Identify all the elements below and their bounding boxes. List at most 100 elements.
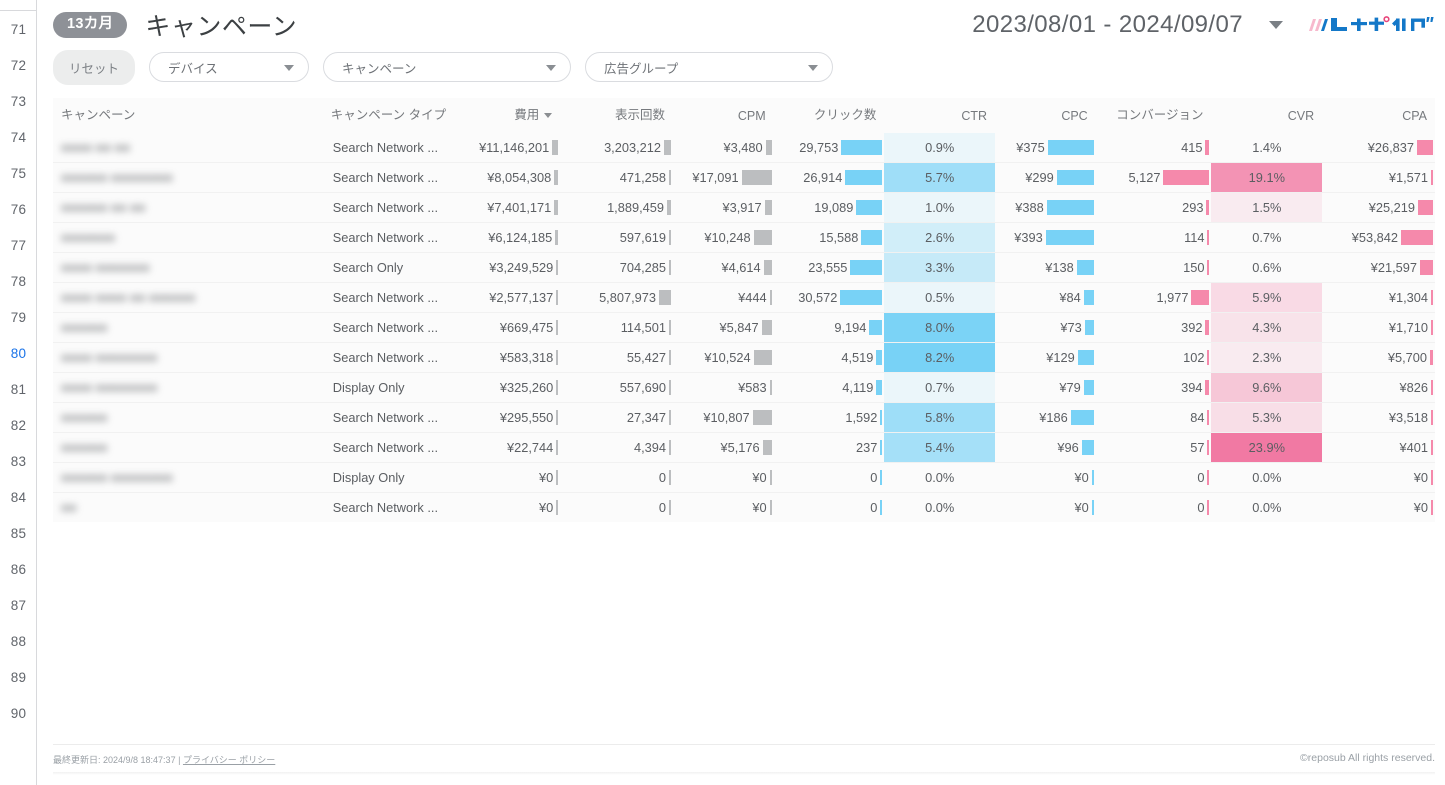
cell-campaign-name: ■■■■■■ (53, 313, 323, 343)
gutter-row-85[interactable]: 85 (0, 522, 37, 544)
campaign-name-redacted: ■■■■■■ ■■ ■■ (53, 200, 323, 215)
gutter-row-90[interactable]: 90 (0, 702, 37, 724)
gutter-row-83[interactable]: 83 (0, 450, 37, 472)
column-header-cpc[interactable]: CPC (995, 98, 1096, 133)
gutter-row-86[interactable]: 86 (0, 558, 37, 580)
gutter-row-87[interactable]: 87 (0, 594, 37, 616)
column-header-cpa[interactable]: CPA (1322, 98, 1435, 133)
cell-campaign-name: ■■■■ ■■■■■■■■ (53, 343, 323, 373)
table-row[interactable]: ■■Search Network ...¥00¥000.0%¥000.0%¥0 (53, 493, 1435, 523)
metric-value: 0.0% (1252, 470, 1281, 485)
campaign-type-value: Search Network ... (323, 200, 448, 215)
metric-value: 19.1% (1249, 170, 1285, 185)
column-header-ctr[interactable]: CTR (884, 98, 995, 133)
campaign-table-container: キャンペーンキャンペーン タイプ費用表示回数CPMクリック数CTRCPCコンバー… (53, 98, 1435, 522)
column-header-name[interactable]: キャンペーン (53, 98, 323, 133)
table-row[interactable]: ■■■■ ■■■■ ■■ ■■■■■■Search Network ...¥2,… (53, 283, 1435, 313)
inline-bar (1205, 380, 1209, 395)
device-filter-select[interactable]: デバイス (149, 52, 309, 82)
inline-bar (1084, 290, 1094, 305)
cell-campaign-type: Search Network ... (323, 403, 448, 433)
inline-bar (753, 410, 772, 425)
chevron-down-icon[interactable] (1269, 21, 1283, 29)
adgroup-filter-select[interactable]: 広告グループ (585, 52, 833, 82)
metric-value: ¥129 (1046, 350, 1074, 365)
cell-campaign-type: Search Network ... (323, 223, 448, 253)
campaign-type-value: Search Network ... (323, 230, 448, 245)
cell-cpc: ¥0 (995, 463, 1096, 493)
gutter-row-71[interactable]: 71 (0, 18, 37, 40)
table-row[interactable]: ■■■■ ■■■■■■■Search Only¥3,249,529704,285… (53, 253, 1435, 283)
inline-bar (880, 410, 882, 425)
metric-value: 9.6% (1252, 380, 1281, 395)
date-range-value[interactable]: 2023/08/01 - 2024/09/07 (972, 11, 1243, 39)
column-header-conv[interactable]: コンバージョン (1096, 98, 1212, 133)
campaign-type-value: Search Network ... (323, 440, 448, 455)
metric-value: ¥10,248 (704, 230, 750, 245)
cell-impressions: 114,501 (560, 313, 673, 343)
gutter-row-82[interactable]: 82 (0, 414, 37, 436)
table-row[interactable]: ■■■■■■ ■■■■■■■■Search Network ...¥8,054,… (53, 163, 1435, 193)
metric-cell: 102 (1096, 343, 1212, 372)
table-row[interactable]: ■■■■■■ ■■ ■■Search Network ...¥7,401,171… (53, 193, 1435, 223)
table-row[interactable]: ■■■■■■Search Network ...¥669,475114,501¥… (53, 313, 1435, 343)
privacy-policy-link[interactable]: プライバシー ポリシー (183, 755, 275, 765)
metric-cell: ¥79 (995, 373, 1096, 402)
cell-campaign-type: Display Only (323, 373, 448, 403)
metric-value: 55,427 (627, 350, 666, 365)
sort-descending-icon[interactable] (544, 113, 552, 118)
table-row[interactable]: ■■■■■■■Search Network ...¥6,124,185597,6… (53, 223, 1435, 253)
cell-cpa: ¥826 (1322, 373, 1435, 403)
cell-cpa: ¥0 (1322, 493, 1435, 523)
cell-clicks: 0 (774, 493, 885, 523)
cell-ctr: 0.0% (884, 463, 995, 493)
inline-bar (556, 260, 558, 275)
table-row[interactable]: ■■■■ ■■ ■■Search Network ...¥11,146,2013… (53, 133, 1435, 163)
gutter-row-76[interactable]: 76 (0, 198, 37, 220)
metric-cell: 23,555 (774, 253, 885, 282)
gutter-row-73[interactable]: 73 (0, 90, 37, 112)
column-header-clicks[interactable]: クリック数 (774, 98, 885, 133)
metric-cell: 557,690 (560, 373, 673, 402)
metric-cell: 704,285 (560, 253, 673, 282)
gutter-row-81[interactable]: 81 (0, 378, 37, 400)
heat-fill: 5.9% (1211, 283, 1322, 312)
metric-value: ¥325,260 (500, 380, 553, 395)
cell-impressions: 0 (560, 493, 673, 523)
campaign-filter-select[interactable]: キャンペーン (323, 52, 571, 82)
metric-value: ¥10,807 (703, 410, 749, 425)
gutter-row-89[interactable]: 89 (0, 666, 37, 688)
table-row[interactable]: ■■■■■■Search Network ...¥22,7444,394¥5,1… (53, 433, 1435, 463)
table-row[interactable]: ■■■■■■ ■■■■■■■■Display Only¥00¥000.0%¥00… (53, 463, 1435, 493)
gutter-row-72[interactable]: 72 (0, 54, 37, 76)
gutter-row-84[interactable]: 84 (0, 486, 37, 508)
inline-bar (1084, 380, 1094, 395)
gutter-row-number: 84 (11, 490, 26, 505)
heat-fill: 2.3% (1211, 343, 1322, 372)
gutter-row-78[interactable]: 78 (0, 270, 37, 292)
gutter-row-88[interactable]: 88 (0, 630, 37, 652)
metric-cell: ¥17,091 (673, 163, 774, 192)
gutter-row-number: 76 (11, 202, 26, 217)
inline-bar (1085, 320, 1094, 335)
inline-bar (880, 500, 882, 515)
column-header-cpm[interactable]: CPM (673, 98, 774, 133)
heat-fill: 5.7% (884, 163, 995, 192)
table-row[interactable]: ■■■■ ■■■■■■■■Display Only¥325,260557,690… (53, 373, 1435, 403)
inline-bar (1431, 440, 1433, 455)
table-row[interactable]: ■■■■ ■■■■■■■■Search Network ...¥583,3185… (53, 343, 1435, 373)
gutter-row-75[interactable]: 75 (0, 162, 37, 184)
metric-value: 29,753 (799, 140, 838, 155)
column-header-cvr[interactable]: CVR (1211, 98, 1322, 133)
gutter-row-74[interactable]: 74 (0, 126, 37, 148)
reset-button[interactable]: リセット (53, 50, 135, 85)
gutter-row-79[interactable]: 79 (0, 306, 37, 328)
column-header-imp[interactable]: 表示回数 (560, 98, 673, 133)
column-header-cost[interactable]: 費用 (448, 98, 561, 133)
table-row[interactable]: ■■■■■■Search Network ...¥295,55027,347¥1… (53, 403, 1435, 433)
inline-bar (556, 500, 558, 515)
metric-value: ¥84 (1059, 290, 1080, 305)
gutter-row-77[interactable]: 77 (0, 234, 37, 256)
column-header-type[interactable]: キャンペーン タイプ (323, 98, 448, 133)
gutter-row-80[interactable]: 80 (0, 342, 37, 364)
